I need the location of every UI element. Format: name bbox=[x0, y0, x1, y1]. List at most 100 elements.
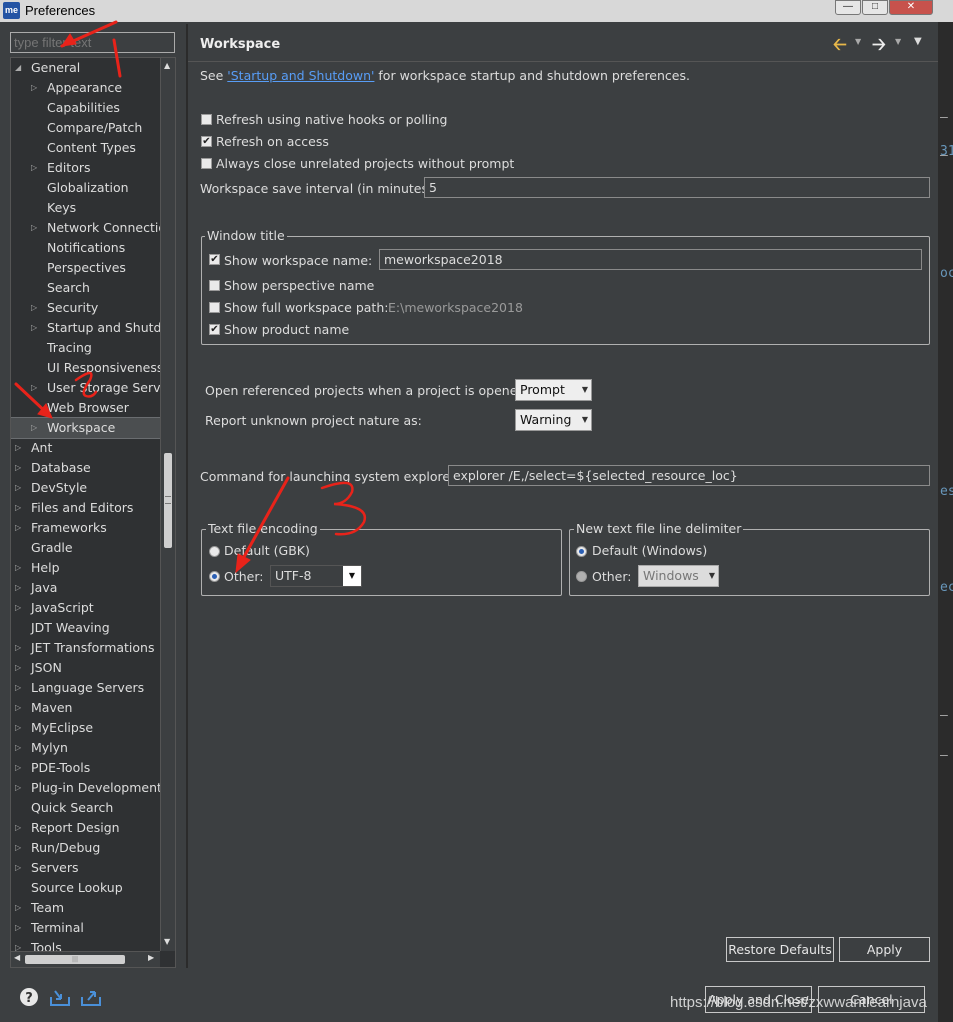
restore-defaults-button[interactable]: Restore Defaults bbox=[726, 937, 834, 962]
back-dropdown-icon[interactable]: ▼ bbox=[855, 37, 861, 46]
expand-icon[interactable]: ▷ bbox=[31, 218, 37, 238]
tree-item[interactable]: ▷ Network Connections bbox=[11, 218, 160, 238]
tree-item[interactable]: ▷ Workspace bbox=[11, 417, 161, 439]
expand-icon[interactable]: ▷ bbox=[15, 458, 21, 478]
tree-item[interactable]: ▷ Maven bbox=[11, 698, 160, 718]
show-product-checkbox[interactable]: ✔ bbox=[209, 324, 220, 335]
maximize-button[interactable]: □ bbox=[862, 0, 888, 15]
tree-item[interactable]: Source Lookup bbox=[11, 878, 160, 898]
collapse-icon[interactable]: ◢ bbox=[15, 58, 21, 78]
refresh-native-checkbox[interactable] bbox=[201, 114, 212, 125]
tree-item[interactable]: Globalization bbox=[11, 178, 160, 198]
tree-item[interactable]: ▷ Editors bbox=[11, 158, 160, 178]
filter-input[interactable] bbox=[10, 32, 175, 53]
tree-item[interactable]: ▷ Ant bbox=[11, 438, 160, 458]
tree-item[interactable]: ▷ Team bbox=[11, 898, 160, 918]
close-button[interactable]: ✕ bbox=[889, 0, 933, 15]
expand-icon[interactable]: ▷ bbox=[15, 678, 21, 698]
tree-item[interactable]: ▷ Database bbox=[11, 458, 160, 478]
minimize-button[interactable]: — bbox=[835, 0, 861, 15]
tree-item[interactable]: ◢ General bbox=[11, 58, 160, 78]
scroll-left-icon[interactable]: ◀ bbox=[14, 953, 20, 962]
expand-icon[interactable]: ▷ bbox=[15, 818, 21, 838]
save-interval-input[interactable]: 5 bbox=[424, 177, 930, 198]
expand-icon[interactable]: ▷ bbox=[15, 758, 21, 778]
expand-icon[interactable]: ▷ bbox=[15, 838, 21, 858]
expand-icon[interactable]: ▷ bbox=[15, 478, 21, 498]
expand-icon[interactable]: ▷ bbox=[31, 158, 37, 178]
encoding-default-radio[interactable] bbox=[209, 546, 220, 557]
scroll-thumb[interactable] bbox=[164, 453, 172, 548]
tree-item[interactable]: ▷ Startup and Shutdown bbox=[11, 318, 160, 338]
expand-icon[interactable]: ▷ bbox=[15, 638, 21, 658]
expand-icon[interactable]: ▷ bbox=[31, 378, 37, 398]
tree-item[interactable]: UI Responsiveness bbox=[11, 358, 160, 378]
expand-icon[interactable]: ▷ bbox=[15, 858, 21, 878]
report-unknown-select[interactable]: Warning ▼ bbox=[515, 409, 592, 431]
expand-icon[interactable]: ▷ bbox=[15, 518, 21, 538]
view-menu-icon[interactable]: ▼ bbox=[914, 36, 922, 47]
tree-item[interactable]: Search bbox=[11, 278, 160, 298]
expand-icon[interactable]: ▷ bbox=[15, 598, 21, 618]
startup-shutdown-link[interactable]: 'Startup and Shutdown' bbox=[227, 68, 374, 83]
scroll-down-icon[interactable]: ▼ bbox=[164, 937, 170, 946]
tree-item[interactable]: ▷ Run/Debug bbox=[11, 838, 160, 858]
expand-icon[interactable]: ▷ bbox=[15, 778, 21, 798]
tree-item[interactable]: ▷ JSON bbox=[11, 658, 160, 678]
tree-item[interactable]: Tracing bbox=[11, 338, 160, 358]
tree-item[interactable]: Capabilities bbox=[11, 98, 160, 118]
expand-icon[interactable]: ▷ bbox=[15, 438, 21, 458]
tree-item[interactable]: Keys bbox=[11, 198, 160, 218]
show-full-path-checkbox[interactable] bbox=[209, 302, 220, 313]
tree-item[interactable]: ▷ PDE-Tools bbox=[11, 758, 160, 778]
expand-icon[interactable]: ▷ bbox=[15, 558, 21, 578]
tree-item[interactable]: ▷ Mylyn bbox=[11, 738, 160, 758]
tree-horizontal-scrollbar[interactable]: ◀ ||| ▶ bbox=[11, 951, 160, 967]
export-icon[interactable] bbox=[80, 987, 102, 1007]
tree-item[interactable]: ▷ Language Servers bbox=[11, 678, 160, 698]
tree-item[interactable]: ▷ Report Design bbox=[11, 818, 160, 838]
tree-item[interactable]: ▷ Help bbox=[11, 558, 160, 578]
tree-item[interactable]: ▷ Terminal bbox=[11, 918, 160, 938]
tree-item[interactable]: Gradle bbox=[11, 538, 160, 558]
show-perspective-checkbox[interactable] bbox=[209, 280, 220, 291]
back-arrow-icon[interactable]: 🡠 bbox=[833, 32, 847, 61]
encoding-select[interactable]: UTF-8 ▼ bbox=[270, 565, 362, 587]
open-referenced-select[interactable]: Prompt ▼ bbox=[515, 379, 592, 401]
tree-item[interactable]: ▷ Plug-in Development bbox=[11, 778, 160, 798]
refresh-access-checkbox[interactable]: ✔ bbox=[201, 136, 212, 147]
delimiter-other-radio[interactable] bbox=[576, 571, 587, 582]
forward-arrow-icon[interactable]: 🡢 bbox=[872, 32, 886, 61]
expand-icon[interactable]: ▷ bbox=[15, 918, 21, 938]
command-input[interactable]: explorer /E,/select=${selected_resource_… bbox=[448, 465, 930, 486]
tree-item[interactable]: ▷ Servers bbox=[11, 858, 160, 878]
always-close-checkbox[interactable] bbox=[201, 158, 212, 169]
show-workspace-name-checkbox[interactable]: ✔ bbox=[209, 254, 220, 265]
expand-icon[interactable]: ▷ bbox=[15, 698, 21, 718]
tree-item[interactable]: ▷ JavaScript bbox=[11, 598, 160, 618]
tree-item[interactable]: ▷ Java bbox=[11, 578, 160, 598]
apply-button[interactable]: Apply bbox=[839, 937, 930, 962]
tree-item[interactable]: Perspectives bbox=[11, 258, 160, 278]
forward-dropdown-icon[interactable]: ▼ bbox=[895, 37, 901, 46]
tree-item[interactable]: Compare/Patch bbox=[11, 118, 160, 138]
delimiter-select[interactable]: Windows ▼ bbox=[638, 565, 719, 587]
tree-item[interactable]: ▷ User Storage Service bbox=[11, 378, 160, 398]
expand-icon[interactable]: ▷ bbox=[31, 418, 37, 438]
tree-item[interactable]: ▷ Appearance bbox=[11, 78, 160, 98]
expand-icon[interactable]: ▷ bbox=[15, 898, 21, 918]
expand-icon[interactable]: ▷ bbox=[15, 578, 21, 598]
help-icon[interactable]: ? bbox=[19, 987, 41, 1007]
expand-icon[interactable]: ▷ bbox=[15, 738, 21, 758]
tree-item[interactable]: ▷ MyEclipse bbox=[11, 718, 160, 738]
tree-item[interactable]: ▷ Security bbox=[11, 298, 160, 318]
expand-icon[interactable]: ▷ bbox=[15, 498, 21, 518]
scroll-up-icon[interactable]: ▲ bbox=[164, 61, 170, 70]
tree-item[interactable]: ▷ Frameworks bbox=[11, 518, 160, 538]
expand-icon[interactable]: ▷ bbox=[15, 718, 21, 738]
tree-item[interactable]: ▷ JET Transformations bbox=[11, 638, 160, 658]
workspace-name-input[interactable]: meworkspace2018 bbox=[379, 249, 922, 270]
scroll-thumb-horizontal[interactable]: ||| bbox=[25, 955, 125, 964]
encoding-other-radio[interactable] bbox=[209, 571, 220, 582]
tree-item[interactable]: ▷ DevStyle bbox=[11, 478, 160, 498]
